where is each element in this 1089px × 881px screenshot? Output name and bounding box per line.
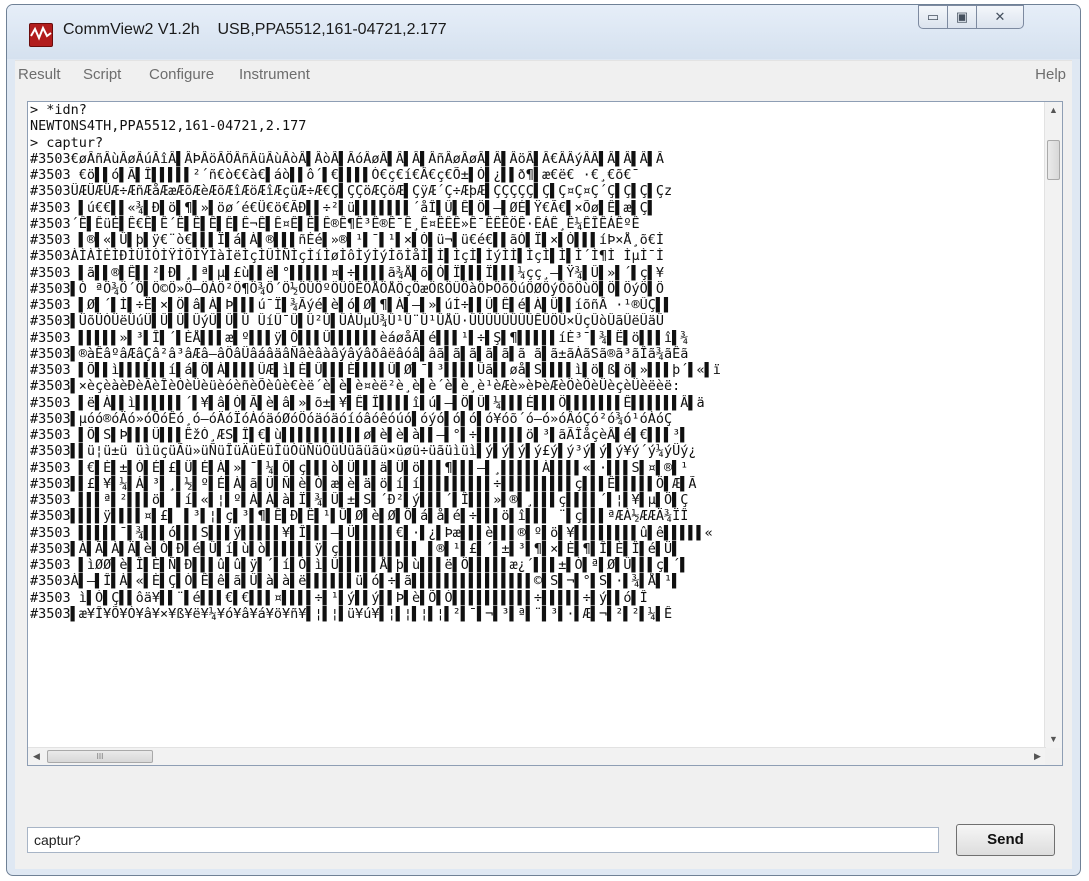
client-area: > *idn? NEWTONS4TH,PPA5512,161-04721,2.17… [15, 89, 1072, 869]
console-line: #3503 ▌®▌«▌Û▌þ▌ÿ€¨ò€▌▌▌Ï▌á▌À▌®▌▌▌ñÈé▌»®▌… [30, 232, 664, 248]
maximize-icon: ▣ [955, 9, 969, 24]
console-line: #3503▌Ó ªÖ¾Ö´Ö▌Ö©Ö»Ö–ÖÁÖ²Ö¶Ö¾Ö´Ö½ÖÛÖºÖÜÖ… [30, 280, 664, 297]
scroll-left-icon[interactable]: ◀ [28, 748, 45, 765]
app-name: CommView2 V1.2h [63, 21, 200, 38]
menu-instrument[interactable]: Instrument [239, 66, 310, 83]
close-icon: ✕ [994, 9, 1006, 24]
console-line: NEWTONS4TH,PPA5512,161-04721,2.177 [30, 118, 307, 135]
maximize-button[interactable]: ▣ [947, 5, 977, 29]
console-line: #3503▌®àÊâºâÆâÇâ²â³âÆâ–âÖâÜâáâäâÑâèâàâýâ… [30, 345, 689, 362]
close-button[interactable]: ✕ [976, 5, 1024, 29]
console-line: #3503▌À▌Ã▌À▌Ä▌è▌Ò▌Ð▌é▌Û▌í▌ù▌ò▌▌▌▌▌▌ÿ▌ç▌▌… [30, 540, 681, 557]
minimize-icon: ▭ [926, 9, 940, 24]
console-line: #3503 €ö▌▌ó▌Ã▌Î▌▌▌▌▌²´ñ€ò€€à€▌áò▌▌ô´▌€▌▌… [30, 167, 640, 183]
console-output[interactable]: > *idn? NEWTONS4TH,PPA5512,161-04721,2.17… [27, 101, 1063, 766]
app-icon [29, 23, 53, 47]
vertical-scrollbar[interactable]: ▲ ▼ [1044, 102, 1062, 748]
horizontal-scroll-thumb[interactable]: III [47, 750, 153, 763]
console-line: #3503 ▌Ø▌´▌Ì▌÷Ë▌×▌Ö▌â▌À▌Þ▌▌▌ú¯Ï▌¾Ãýé▌è▌ó… [30, 297, 673, 313]
send-button[interactable]: Send [956, 824, 1055, 856]
scroll-up-icon[interactable]: ▲ [1045, 102, 1062, 119]
console-line: #3503 ▌▌▌ª▌²▌▌▌ö▌ ▌í▌«▌¦▌º▌À▌À▌à▌Ï▌¾▌Û▌±… [30, 492, 689, 508]
console-line: #3503 ▌ã▌▌®▌Ê▌▌²▌Ð▌¸▌ª▌µ▌£ù▌▌ë▌°▌▌▌▌▌¤▌÷… [30, 264, 664, 281]
console-line: #3503 ▌ú€€▌▌«¾▌Ð▌ö▌¶▌»▌öø´é€Ü€ö€ÃÐ▌▌÷²▌ü… [30, 199, 656, 216]
minimize-button[interactable]: ▭ [918, 5, 948, 29]
console-line: #3503 ▌Õ▌▌ì▌▌▌▌▌▌í▌á▌Ö▌À▌▌▌▌ÛÆ▌ì▌È▌Û▌▌▌È… [30, 362, 721, 378]
console-line: #3503ÜÆÜÆÜÆ÷ÆñÆåÆæÆõÆèÆõÆîÆöÆîÆçüÆ÷Æ€Ç▌Ç… [30, 183, 673, 200]
menu-script[interactable]: Script [83, 66, 121, 83]
console-line: #3503▌µóó®óÄó»óÕóÊó¸ó–óÄóÏóÀóäóØóÖóäóäóí… [30, 410, 673, 427]
menu-help[interactable]: Help [1035, 66, 1066, 83]
app-logo-icon [30, 25, 52, 41]
console-line: #3503▌æ¥Î¥Õ¥Ó¥â¥×¥ß¥ë¥¼¥ó¥â¥á¥ö¥ñ¥▌¦▌¦▌ü… [30, 605, 673, 622]
connection-string: USB,PPA5512,161-04721,2.177 [217, 21, 447, 38]
console-line: #3503▌▌£▌¥▌¼▌Á▌³▌¸▌½▌º▌É▌À▌ã▌Ü▌Ñ▌è▌Ó▌æ▌è… [30, 475, 697, 492]
scroll-right-icon[interactable]: ▶ [1029, 748, 1046, 765]
scroll-down-icon[interactable]: ▼ [1045, 731, 1062, 748]
title-bar: CommView2 V1.2h USB,PPA5512,161-04721,2.… [7, 5, 1080, 59]
main-window: CommView2 V1.2h USB,PPA5512,161-04721,2.… [6, 4, 1081, 876]
vertical-scroll-thumb[interactable] [1047, 140, 1060, 180]
console-line: #3503 ▌€▌È▌±▌Ò▌É▌£▌Ü▌É▌À▌»▌¯▌¼▌Ô▌ç▌▌▌ò▌Ü… [30, 459, 689, 476]
console-line: #3503▌ÜõÜÒÜëÜúÜ▌Û▌Û▌ÛýÛ▌Û▌Û ÛíÛ¯Û▌Û²Û▌ÛÀ… [30, 313, 664, 330]
menu-result[interactable]: Result [18, 66, 61, 83]
console-line: #3503À▌–▌Î▌À▌«▌È▌Ç▌Ò▌Ê▌ê▌ã▌Û▌à▌à▌ë▌▌▌▌▌▌… [30, 573, 681, 590]
horizontal-scrollbar[interactable]: ◀ III ▶ [28, 747, 1046, 765]
console-line: #3503▌▌▌▌ÿ▌▌▌▌¤▌£▌ ▌³▌¦▌ç▌³▌¶▌Ê▌Ð▌Ê▌¹▌Û▌… [30, 508, 689, 525]
console-line: #3503ÀÌÀÌÈÌÐÌÜÌÒÌŸÌÕÌŸÌàÌëÌçÌÛÌÑÌçÌíÌøÌô… [30, 248, 664, 265]
menu-bar: Result Script Configure Instrument Help [15, 60, 1072, 90]
console-line: #3503▌▌ü¦ü±ü üìüçüÃü»üÑüÎüÄüÈüÎüÒüÑüÔüÙü… [30, 443, 697, 460]
scrollbar-corner [1045, 748, 1062, 765]
console-line: #3503€øÂñÂùÂøÂúÂîÂ▌ÂÞÂöÂÖÂñÂüÂùÂòÂ▌ÂòÂ▌Â… [30, 150, 664, 167]
console-line: #3503 ▌ìØØ▌è▌Î▌È▌Ñ▌Ð▌▌▌û▌û▌ÿ▌´▌í▌Ó▌ì▌Û▌▌… [30, 557, 689, 573]
console-line: #3503 ▌▌▌▌▌»▌³▌Î▌´▌ÈÅ▌▌▌æ▌º▌▌▌ÿ▌Ô▌▌▌Û▌▌▌… [30, 329, 689, 346]
console-line: #3503 ▌▌▌▌▌¯▌¾▌▌▌ó▌▌▌S▌▌▌ÿ▌▌▌▌▌¥▌Î▌▌▌–▌Ü… [30, 524, 713, 541]
console-line: #3503 ▌Õ▌S▌Þ▌▌▌Ü▌▌▌ÊžÓ¸ÆS▌Î▌€▌ù▌▌▌▌▌▌▌▌▌… [30, 427, 689, 443]
console-line: > captur? [30, 134, 104, 151]
window-title: CommView2 V1.2h USB,PPA5512,161-04721,2.… [63, 21, 447, 39]
console-text: > *idn? NEWTONS4TH,PPA5512,161-04721,2.17… [30, 102, 1040, 744]
console-line: #3503 ▌ë▌À▌▌ì▌▌▌▌▌▌´▌¥▌â▌Ó▌Ã▌è▌â▌»▌õ±▌¥▌… [30, 394, 705, 411]
console-line: #3503´Ê▌ÊüÉ▌Ê€Ê▌Ê´Ê▌Ê▌Ê▌Ê▌Ê¬Ê▌Ê¤Ê▌Ê▌Ê®Ê¶… [30, 215, 640, 232]
command-input[interactable]: captur? [27, 827, 939, 853]
menu-configure[interactable]: Configure [149, 66, 214, 83]
console-line: > *idn? [30, 102, 87, 118]
console-line: #3503▌×èçèàèÐèÃèÎèÓèÜèüèóèñèÕèûè€èë´è▌è▌… [30, 378, 681, 395]
console-line: #3503 ì▌Ó▌Ç▌▌ôä¥▌▌¨▌é▌▌▌€▌€▌▌▌¤▌▌▌▌÷▌¹▌ý… [30, 589, 648, 606]
